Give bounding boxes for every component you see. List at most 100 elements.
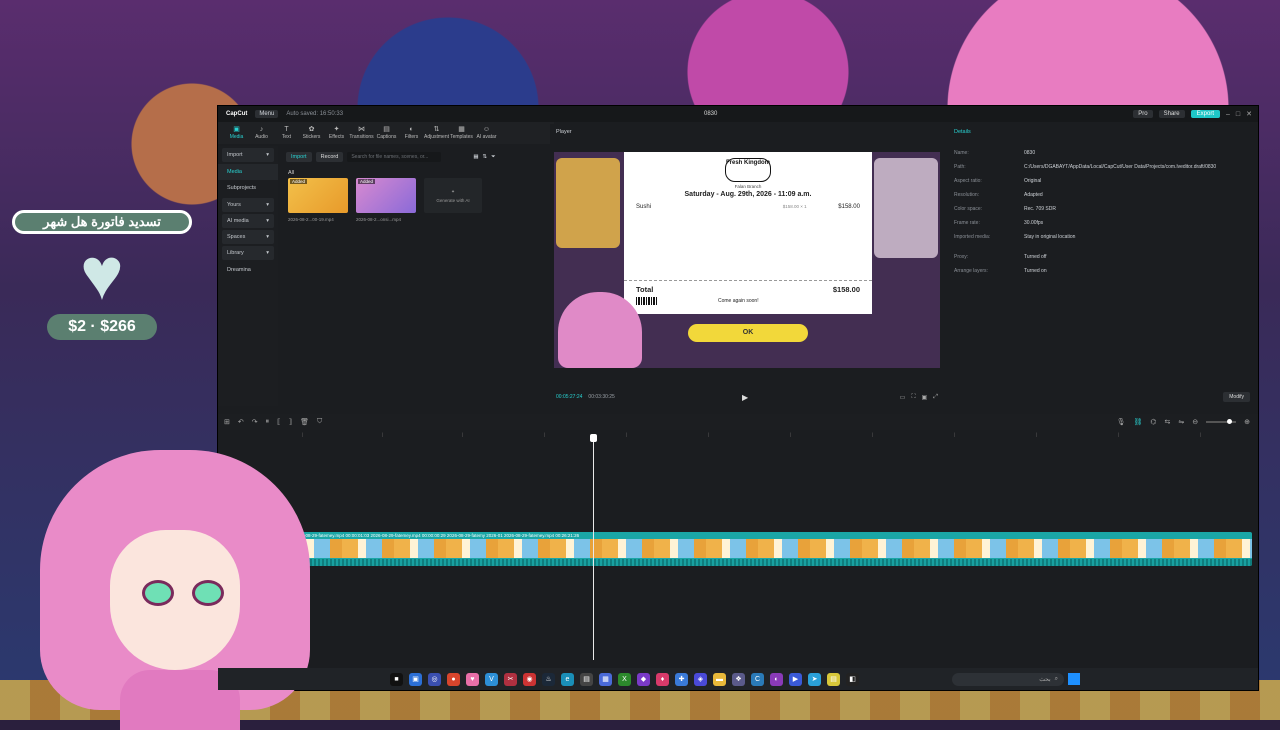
crop-icon[interactable]: ⛶ xyxy=(911,394,915,401)
playhead[interactable] xyxy=(590,434,597,660)
microphone-icon[interactable]: 🎙 xyxy=(1117,418,1126,426)
close-icon[interactable]: ✕ xyxy=(1246,110,1252,118)
generate-with-ai-button[interactable]: ✦ Generate with AI xyxy=(424,178,482,213)
sort-icon[interactable]: ⇅ xyxy=(483,154,488,160)
media-grid: Added 2026-08-2...00-19.mp4 Added 2026-0… xyxy=(280,178,548,222)
fit-icon[interactable]: ▭ xyxy=(900,394,906,401)
preview-axis-icon[interactable]: ⇋ xyxy=(1178,418,1184,426)
import-button[interactable]: Import xyxy=(286,152,312,162)
footer-text: Come again soon! xyxy=(718,298,759,304)
sidebar-label: Library xyxy=(227,250,244,256)
tool-templates[interactable]: ▦ Templates xyxy=(449,122,474,144)
sidebar-item-media[interactable]: Media xyxy=(218,164,278,180)
detail-row: Resolution: Adapted xyxy=(948,188,1258,202)
detail-row: Color space: Rec. 709 SDR xyxy=(948,202,1258,216)
app-icon[interactable]: ◉ xyxy=(523,672,536,686)
filter-icon[interactable]: ⏷ xyxy=(491,154,495,161)
app-icon[interactable]: ♦ xyxy=(656,672,669,686)
tool-effects[interactable]: ✦ Effects xyxy=(324,122,349,144)
ratio-icon[interactable]: ▣ xyxy=(922,394,928,401)
steam-icon[interactable]: ♨ xyxy=(542,672,555,686)
app-icon[interactable]: ◐ xyxy=(770,672,783,686)
capcut-icon[interactable]: ■ xyxy=(390,672,403,686)
record-button[interactable]: Record xyxy=(315,152,344,162)
tool-label: Effects xyxy=(328,134,345,140)
tool-transitions[interactable]: ⋈ Transitions xyxy=(349,122,374,144)
avatar-eye xyxy=(142,580,174,606)
chrome-icon[interactable]: ● xyxy=(447,672,460,686)
minimize-icon[interactable]: – xyxy=(1226,111,1230,118)
tool-text[interactable]: T Text xyxy=(274,122,299,144)
tool-filters[interactable]: ◐ Filters xyxy=(399,122,424,144)
app-icon[interactable]: ▦ xyxy=(599,672,612,686)
zoom-slider[interactable] xyxy=(1206,419,1237,424)
app-icon[interactable]: ✚ xyxy=(675,672,688,686)
sidebar-item-dreamina[interactable]: Dreamina xyxy=(218,262,278,278)
tool-adjustment[interactable]: ⇅ Adjustment xyxy=(424,122,449,144)
edge-icon[interactable]: e xyxy=(561,672,574,686)
chevron-down-icon: ▾ xyxy=(266,152,269,158)
telegram-icon[interactable]: ➤ xyxy=(808,672,821,686)
app-icon[interactable]: ▶ xyxy=(789,672,802,686)
tool-label: Templates xyxy=(450,134,473,140)
sidebar-item-import[interactable]: Import ▾ xyxy=(222,148,274,162)
video-track-clip[interactable]: 2026-08-29-fatemey.mp4 00:00:01:03 2026-… xyxy=(290,532,1252,566)
pro-button[interactable]: Pro xyxy=(1133,110,1153,118)
vscode-icon[interactable]: V xyxy=(485,672,498,686)
sidebar-item-yours[interactable]: Yours ▾ xyxy=(222,198,274,212)
menu-button[interactable]: Menu xyxy=(255,110,279,118)
sidebar-item-subprojects[interactable]: Subprojects xyxy=(218,180,278,196)
receipt-total: Total $158.00 xyxy=(624,280,872,298)
sticker-icon: ✿ xyxy=(308,126,315,133)
xbox-icon[interactable]: X xyxy=(618,672,631,686)
player-title: Player xyxy=(556,129,572,135)
sidebar-item-library[interactable]: Library ▾ xyxy=(222,246,274,260)
link-icon[interactable]: ⛓ xyxy=(1133,418,1142,426)
timeline-area[interactable]: 2026-08-29-fatemey.mp4 00:00:01:03 2026-… xyxy=(282,434,1258,660)
tool-stickers[interactable]: ✿ Stickers xyxy=(299,122,324,144)
preview-screen[interactable]: Fresh Kingdom Falan Branch Saturday - Au… xyxy=(554,152,940,368)
app-icon[interactable]: ❖ xyxy=(732,672,745,686)
ai-avatar-icon: ☺ xyxy=(482,126,491,133)
sidebar-item-spaces[interactable]: Spaces ▾ xyxy=(222,230,274,244)
app-icon[interactable]: ▤ xyxy=(827,672,840,686)
grid-view-icon[interactable]: ▦ xyxy=(473,154,478,160)
item-name: Sushi xyxy=(636,204,652,210)
play-icon[interactable]: ▶ xyxy=(742,393,748,402)
app-icon[interactable]: ◧ xyxy=(846,672,859,686)
app-icon[interactable]: ♥ xyxy=(466,672,479,686)
app-icon[interactable]: C xyxy=(751,672,764,686)
search-icon: ⌕ xyxy=(1054,675,1058,682)
media-search-input[interactable]: Search for file names, scenes, or... xyxy=(347,152,442,162)
folder-icon[interactable]: ▬ xyxy=(713,672,726,686)
modify-button[interactable]: Modify xyxy=(1223,392,1250,402)
zoom-out-icon[interactable]: ⊖ xyxy=(1192,418,1198,426)
app-icon[interactable]: ◎ xyxy=(428,672,441,686)
tool-ai-avatar[interactable]: ☺ AI avatar xyxy=(474,122,499,144)
media-thumbnail: Added xyxy=(356,178,416,213)
app-icon[interactable]: ✂ xyxy=(504,672,517,686)
magnet-icon[interactable]: ⌬ xyxy=(1150,418,1156,426)
fullscreen-icon[interactable]: ⤢ xyxy=(933,394,938,401)
app-icon[interactable]: ▣ xyxy=(409,672,422,686)
media-item[interactable]: Added 2026-08-2...onsi...mp4 xyxy=(356,178,416,222)
sidebar-item-ai-media[interactable]: AI media ▾ xyxy=(222,214,274,228)
windows-start-icon[interactable] xyxy=(1068,673,1080,685)
taskbar-search-input[interactable]: بحث ⌕ xyxy=(952,672,1064,686)
share-button[interactable]: Share xyxy=(1158,110,1185,118)
snap-icon[interactable]: ⇆ xyxy=(1165,418,1171,426)
generate-label: Generate with AI xyxy=(436,197,470,203)
app-icon[interactable]: ◆ xyxy=(637,672,650,686)
media-item[interactable]: Added 2026-08-2...00-19.mp4 xyxy=(288,178,348,222)
tool-media[interactable]: ▣ Media xyxy=(224,122,249,144)
app-icon[interactable]: ▤ xyxy=(580,672,593,686)
maximize-icon[interactable]: □ xyxy=(1236,111,1240,118)
tool-label: AI avatar xyxy=(476,134,497,140)
tool-captions[interactable]: ▤ Captions xyxy=(374,122,399,144)
sidebar-label: AI media xyxy=(227,218,249,224)
tool-audio[interactable]: ♪ Audio xyxy=(249,122,274,144)
app-icon[interactable]: ◈ xyxy=(694,672,707,686)
tool-label: Stickers xyxy=(302,134,321,140)
zoom-in-icon[interactable]: ⊕ xyxy=(1244,418,1250,426)
export-button[interactable]: Export xyxy=(1190,110,1220,118)
